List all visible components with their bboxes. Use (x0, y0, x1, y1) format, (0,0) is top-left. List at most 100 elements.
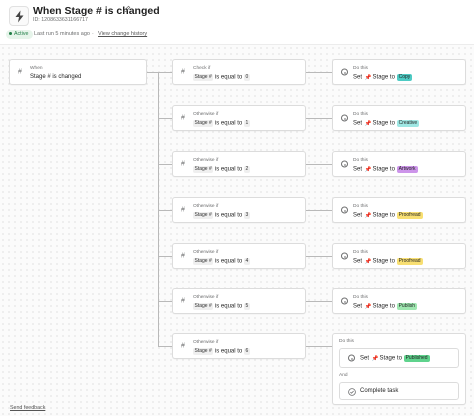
hash-icon: # (181, 68, 185, 76)
field-name: Stage (372, 212, 389, 219)
rule-title: When Stage # is changed (33, 5, 160, 17)
connector (306, 72, 332, 73)
action-card[interactable]: Do this Set 📌Stage to Creative (332, 105, 466, 131)
action-card[interactable]: Do this Set 📌Stage to Copy (332, 59, 466, 85)
set-stage-action[interactable]: Set 📌Stage to Published (339, 348, 459, 368)
field-name: Stage (372, 74, 389, 81)
complete-task-text: Complete task (360, 388, 399, 394)
action-group-card[interactable]: Do this Set 📌Stage to Published And Comp… (332, 333, 466, 405)
connector (306, 256, 332, 257)
value-chip: 0 (243, 74, 250, 81)
connector (306, 210, 332, 211)
state-machine-icon (341, 206, 348, 214)
connector (158, 346, 172, 347)
action-card[interactable]: Do this Set 📌Stage to Publish (332, 288, 466, 314)
trigger-card[interactable]: # When Stage # is changed (9, 59, 147, 85)
condition-card[interactable]: # Otherwise if Stage # is equal to 6 (172, 333, 306, 359)
connector (306, 164, 332, 165)
condition-card[interactable]: # Otherwise if Stage # is equal to 4 (172, 243, 306, 269)
condition-text: Stage # is equal to 5 (193, 303, 250, 310)
condition-text: Stage # is equal to 6 (193, 348, 250, 355)
value-chip: 1 (243, 120, 250, 127)
stage-tag: Publish (396, 303, 417, 310)
action-label: Do this (353, 112, 368, 117)
set-text: Set (353, 258, 363, 265)
state-machine-icon (341, 68, 348, 76)
connector-vertical (158, 72, 159, 346)
action-text: Set 📌Stage to Publish (353, 303, 417, 310)
condition-text: Stage # is equal to 4 (193, 258, 250, 265)
action-card[interactable]: Do this Set 📌Stage to Artwork (332, 151, 466, 177)
pushpin-icon: 📌 (364, 74, 372, 81)
set-text: Set (353, 120, 363, 127)
condition-card[interactable]: # Check if Stage # is equal to 0 (172, 59, 306, 85)
state-machine-icon (348, 354, 355, 362)
operator-text: is equal to (214, 120, 243, 127)
pushpin-icon: 📌 (364, 120, 372, 127)
pencil-icon[interactable] (123, 5, 131, 13)
connector (158, 118, 172, 119)
set-text: Set (353, 212, 363, 219)
send-feedback-link[interactable]: Send feedback (10, 405, 45, 411)
hash-icon: # (181, 114, 185, 122)
state-machine-icon (341, 160, 348, 168)
action-label: Do this (353, 66, 368, 71)
condition-label: Check if (193, 66, 211, 71)
to-text: to (389, 74, 395, 81)
connector (306, 118, 332, 119)
to-text: to (389, 303, 395, 310)
trigger-label: When (30, 66, 43, 71)
condition-card[interactable]: # Otherwise if Stage # is equal to 1 (172, 105, 306, 131)
connector (158, 301, 172, 302)
field-chip: Stage # (193, 348, 214, 355)
connector (306, 301, 332, 302)
view-change-history-link[interactable]: View change history (98, 31, 147, 37)
value-chip: 2 (243, 166, 250, 173)
last-run-text: Last run 5 minutes ago (34, 31, 90, 37)
action-text: Set 📌Stage to Published (360, 355, 430, 362)
condition-text: Stage # is equal to 0 (193, 74, 250, 81)
connector (158, 210, 172, 211)
condition-text: Stage # is equal to 2 (193, 166, 250, 173)
set-text: Set (353, 74, 363, 81)
lightning-bolt-icon (9, 6, 29, 26)
to-text: to (389, 120, 395, 127)
stage-tag: Proofread (396, 258, 423, 265)
set-text: Set (360, 355, 370, 362)
connector (158, 256, 172, 257)
action-text: Set 📌Stage to Proofread (353, 212, 423, 219)
field-name: Stage (372, 303, 389, 310)
complete-task-action[interactable]: Complete task (339, 382, 459, 400)
status-text: Active (14, 31, 29, 37)
status-badge: Active (6, 30, 33, 39)
condition-card[interactable]: # Otherwise if Stage # is equal to 5 (172, 288, 306, 314)
condition-card[interactable]: # Otherwise if Stage # is equal to 2 (172, 151, 306, 177)
hash-icon: # (181, 206, 185, 214)
pushpin-icon: 📌 (364, 303, 372, 310)
stage-tag: Creative (396, 120, 420, 127)
stage-tag: Proofread (396, 212, 423, 219)
action-card[interactable]: Do this Set 📌Stage to Proofread (332, 243, 466, 269)
field-chip: Stage # (193, 303, 214, 310)
connector (306, 346, 332, 347)
field-chip: Stage # (193, 166, 214, 173)
operator-text: is equal to (214, 166, 243, 173)
action-label: Do this (353, 204, 368, 209)
field-chip: Stage # (193, 212, 214, 219)
action-card[interactable]: Do this Set 📌Stage to Proofread (332, 197, 466, 223)
rule-header: When Stage # is changed ID: 120863363116… (0, 0, 474, 44)
operator-text: is equal to (214, 303, 243, 310)
rule-id: ID: 1208633631166717 (33, 17, 88, 23)
hash-icon: # (181, 342, 185, 350)
and-label: And (339, 373, 348, 378)
stage-tag: Copy (396, 74, 413, 81)
condition-card[interactable]: # Otherwise if Stage # is equal to 3 (172, 197, 306, 223)
state-machine-icon (341, 252, 348, 260)
field-name: Stage (379, 355, 396, 362)
condition-label: Otherwise if (193, 250, 219, 255)
check-circle-icon (348, 388, 356, 396)
set-text: Set (353, 166, 363, 173)
to-text: to (389, 258, 395, 265)
operator-text: is equal to (214, 348, 243, 355)
action-text: Set 📌Stage to Proofread (353, 258, 423, 265)
